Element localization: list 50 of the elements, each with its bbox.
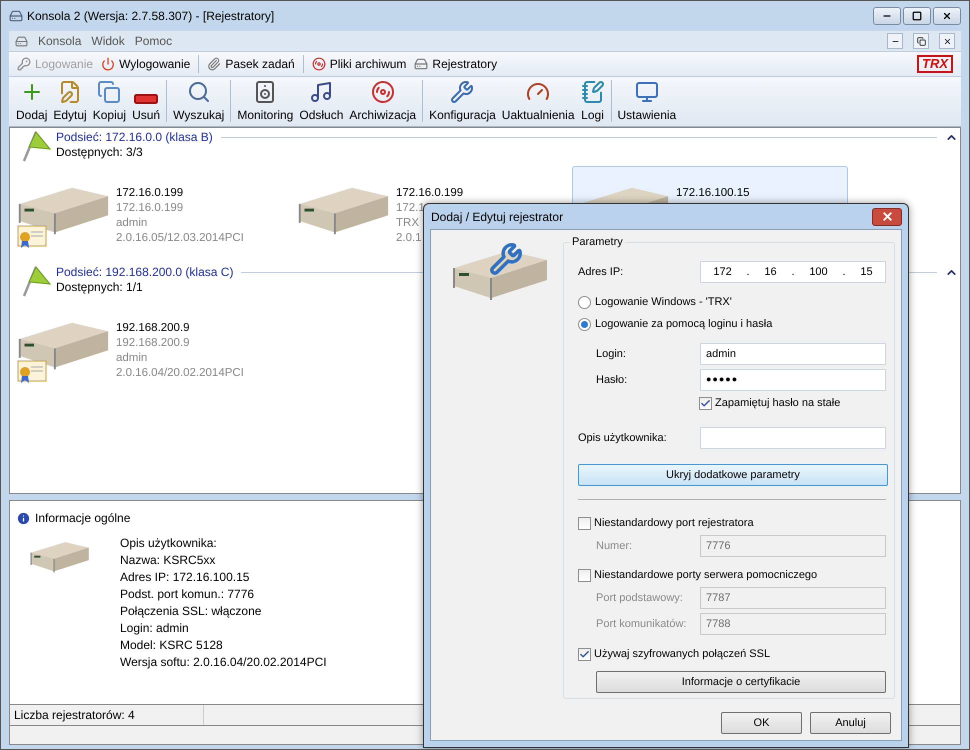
port-label: Port komunikatów: [595, 616, 686, 632]
ip-octet: 16 [764, 264, 777, 280]
group-title: Parametry [570, 234, 625, 250]
ip-label: Adres IP: [578, 264, 624, 280]
recorder-ip: 172.1 [396, 201, 425, 216]
password-label: Hasło: [595, 372, 628, 388]
login-label: Login: [595, 346, 626, 362]
recorder-name: 172.16.100.15 [676, 186, 750, 201]
recorder-name: 172.16.0.199 [116, 186, 184, 201]
window-title: Konsola 2 (Wersja: 2.7.58.307) - [Rejestratory] [27, 8, 274, 25]
recorder-user: admin [116, 216, 148, 231]
dialog-title: Dodaj / Edytuj rejestrator [431, 208, 564, 226]
info-line: Model: KSRC 5128 [120, 637, 224, 654]
radio-label: Logowanie Windows - 'TRX' [595, 294, 732, 310]
checkbox-label: Zapamiętuj hasło na stałe [715, 396, 840, 411]
info-line: Wersja softu: 2.0.16.04/20.02.2014PCI [120, 654, 327, 671]
ip-octet: 100 [809, 264, 828, 280]
recorder-name: 172.16.0.199 [396, 186, 464, 201]
info-line: Podst. port komun.: 7776 [120, 586, 256, 603]
ip-octet: 15 [860, 264, 873, 280]
recorder-version: 2.0.1 [396, 231, 422, 246]
recorder-name: 192.168.200.9 [116, 321, 190, 336]
ip-dot: . [842, 264, 846, 280]
info-line: Opis użytkownika: [120, 535, 218, 552]
recorder-ip: 172.16.0.199 [116, 201, 184, 216]
recorder-user: admin [116, 351, 148, 366]
port-label: Numer: [595, 538, 632, 554]
info-line: Login: admin [120, 620, 190, 637]
port-label: Port podstawowy: [595, 590, 683, 606]
logo: TRX [917, 55, 953, 73]
subnet-availability: Dostępnych: 1/1 [56, 280, 144, 295]
info-title: Informacje ogólne [35, 510, 130, 527]
checkbox-label: Niestandardowe porty serwera pomocniczego [594, 568, 818, 583]
recorder-version: 2.0.16.04/20.02.2014PCI [116, 366, 244, 381]
recorder-ip: 192.168.200.9 [116, 336, 190, 351]
radio-label: Logowanie za pomocą loginu i hasła [595, 316, 772, 332]
info-line: Nazwa: KSRC5xx [120, 552, 216, 569]
recorder-user: TRX [396, 216, 419, 231]
description-label: Opis użytkownika: [578, 430, 667, 446]
info-line: Połączenia SSL: włączone [120, 603, 262, 620]
info-line: Adres IP: 172.16.100.15 [120, 569, 250, 586]
ip-dot: . [746, 264, 750, 280]
subnet-availability: Dostępnych: 3/3 [56, 145, 144, 160]
subnet-title: Podsieć: 172.16.0.0 (klasa B) [56, 130, 213, 145]
subnet-title: Podsieć: 192.168.200.0 (klasa C) [56, 265, 234, 280]
checkbox-label: Używaj szyfrowanych połączeń SSL [594, 646, 770, 662]
ip-octet: 172 [713, 264, 732, 280]
ip-dot: . [791, 264, 795, 280]
recorder-version: 2.0.16.05/12.03.2014PCI [116, 231, 244, 246]
checkbox-label: Niestandardowy port rejestratora [594, 516, 754, 531]
